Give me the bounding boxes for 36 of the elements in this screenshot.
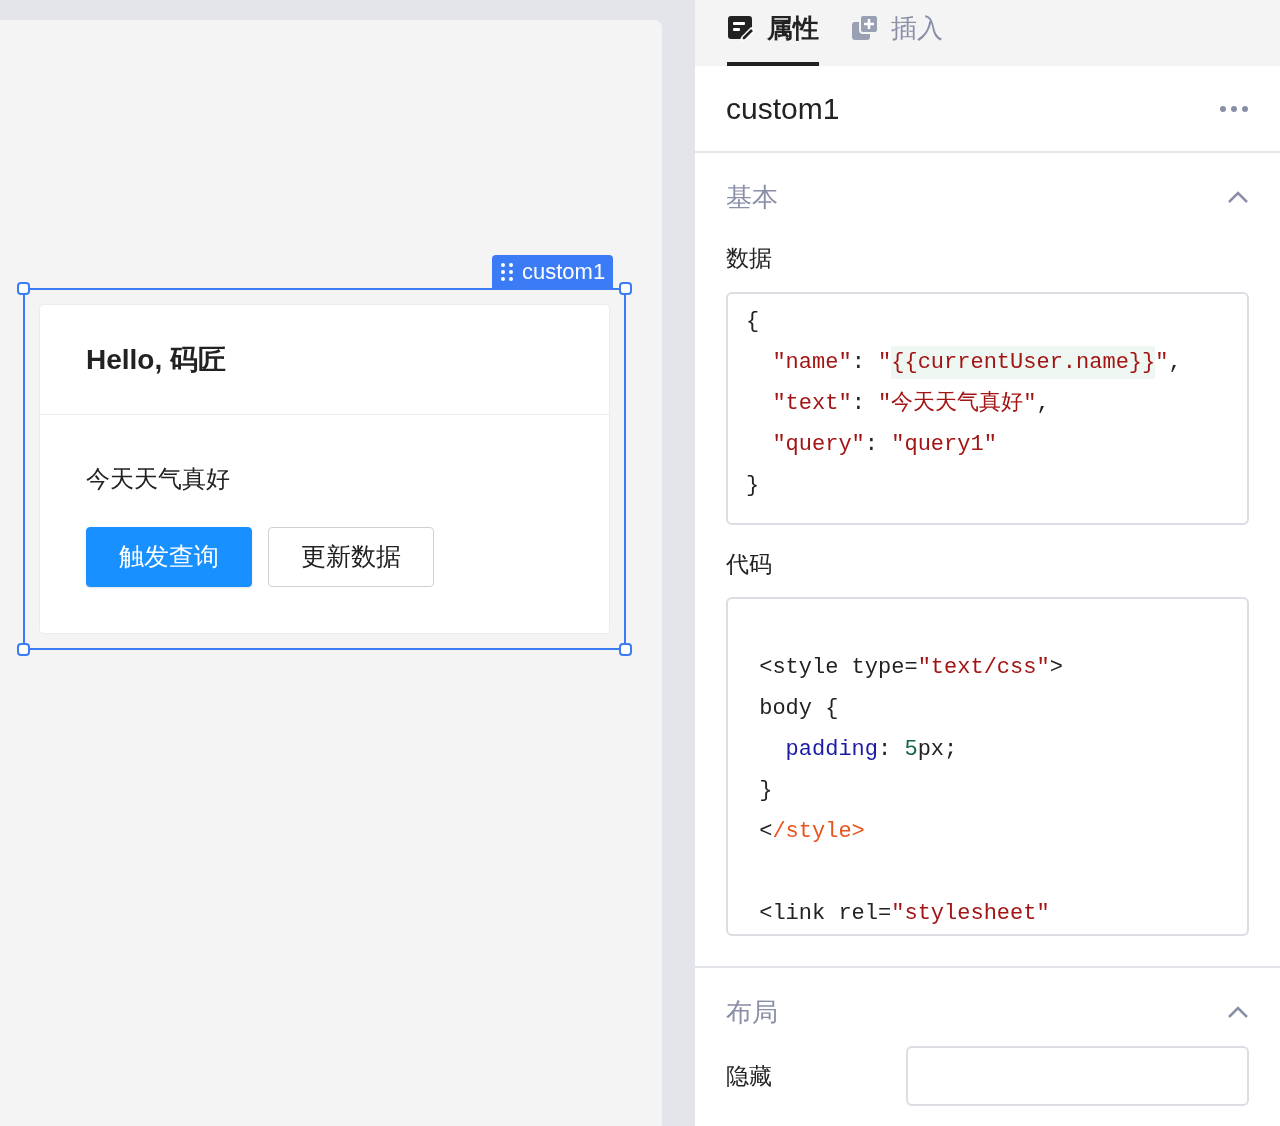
code-line: } [758,777,773,805]
selection-frame[interactable]: Hello, 码匠 今天天气真好 触发查询 更新数据 [23,288,626,650]
code-editor[interactable]: { "name": "{{currentUser.name}}", "text": "今天天气真好", "query": "query1" } [726,291,1249,525]
section-title: 基本 [726,180,778,214]
field-label: 代码 [726,549,773,579]
input-field[interactable] [905,1046,1249,1106]
code-line: <link rel="stylesheet" [758,900,1050,928]
code-line: padding: 5px; [784,736,958,764]
card-button[interactable]: 更新数据 [268,527,434,587]
code-line: "name": "{{currentUser.name}}", [746,346,1182,388]
component-label[interactable]: custom1 [492,255,614,288]
edit-note-icon [727,14,755,42]
code-editor[interactable]: <style type="text/css"> body { padding: 5px; } </style> <link rel="stylesheet" [726,597,1249,936]
field-label: 隐藏 [726,1061,773,1091]
collapse-icon[interactable] [1227,1005,1249,1019]
code-line: "query": "query1" [771,430,997,459]
drag-handle-icon[interactable] [500,261,514,282]
resize-handle[interactable] [17,643,30,656]
code-line: </style> [758,818,865,846]
resize-handle[interactable] [17,282,30,295]
more-icon[interactable] [1219,104,1249,113]
code-line: "text": "今天天气真好", [771,389,1050,418]
resize-handle[interactable] [619,643,632,656]
code-line: } [746,471,760,500]
collapse-icon[interactable] [1227,190,1249,204]
code-line: <style type="text/css"> [758,654,1063,682]
code-line: body { [758,695,839,723]
add-copy-icon [851,14,879,42]
card-text: 今天天气真好 [86,464,231,494]
panel-tab[interactable]: 属性 [727,0,819,66]
code-line: { [746,307,760,336]
resize-handle[interactable] [619,282,632,295]
card-title: Hello, 码匠 [86,342,226,377]
field-label: 数据 [726,244,773,273]
component-name: custom1 [726,91,840,127]
section-title: 布局 [726,995,778,1029]
